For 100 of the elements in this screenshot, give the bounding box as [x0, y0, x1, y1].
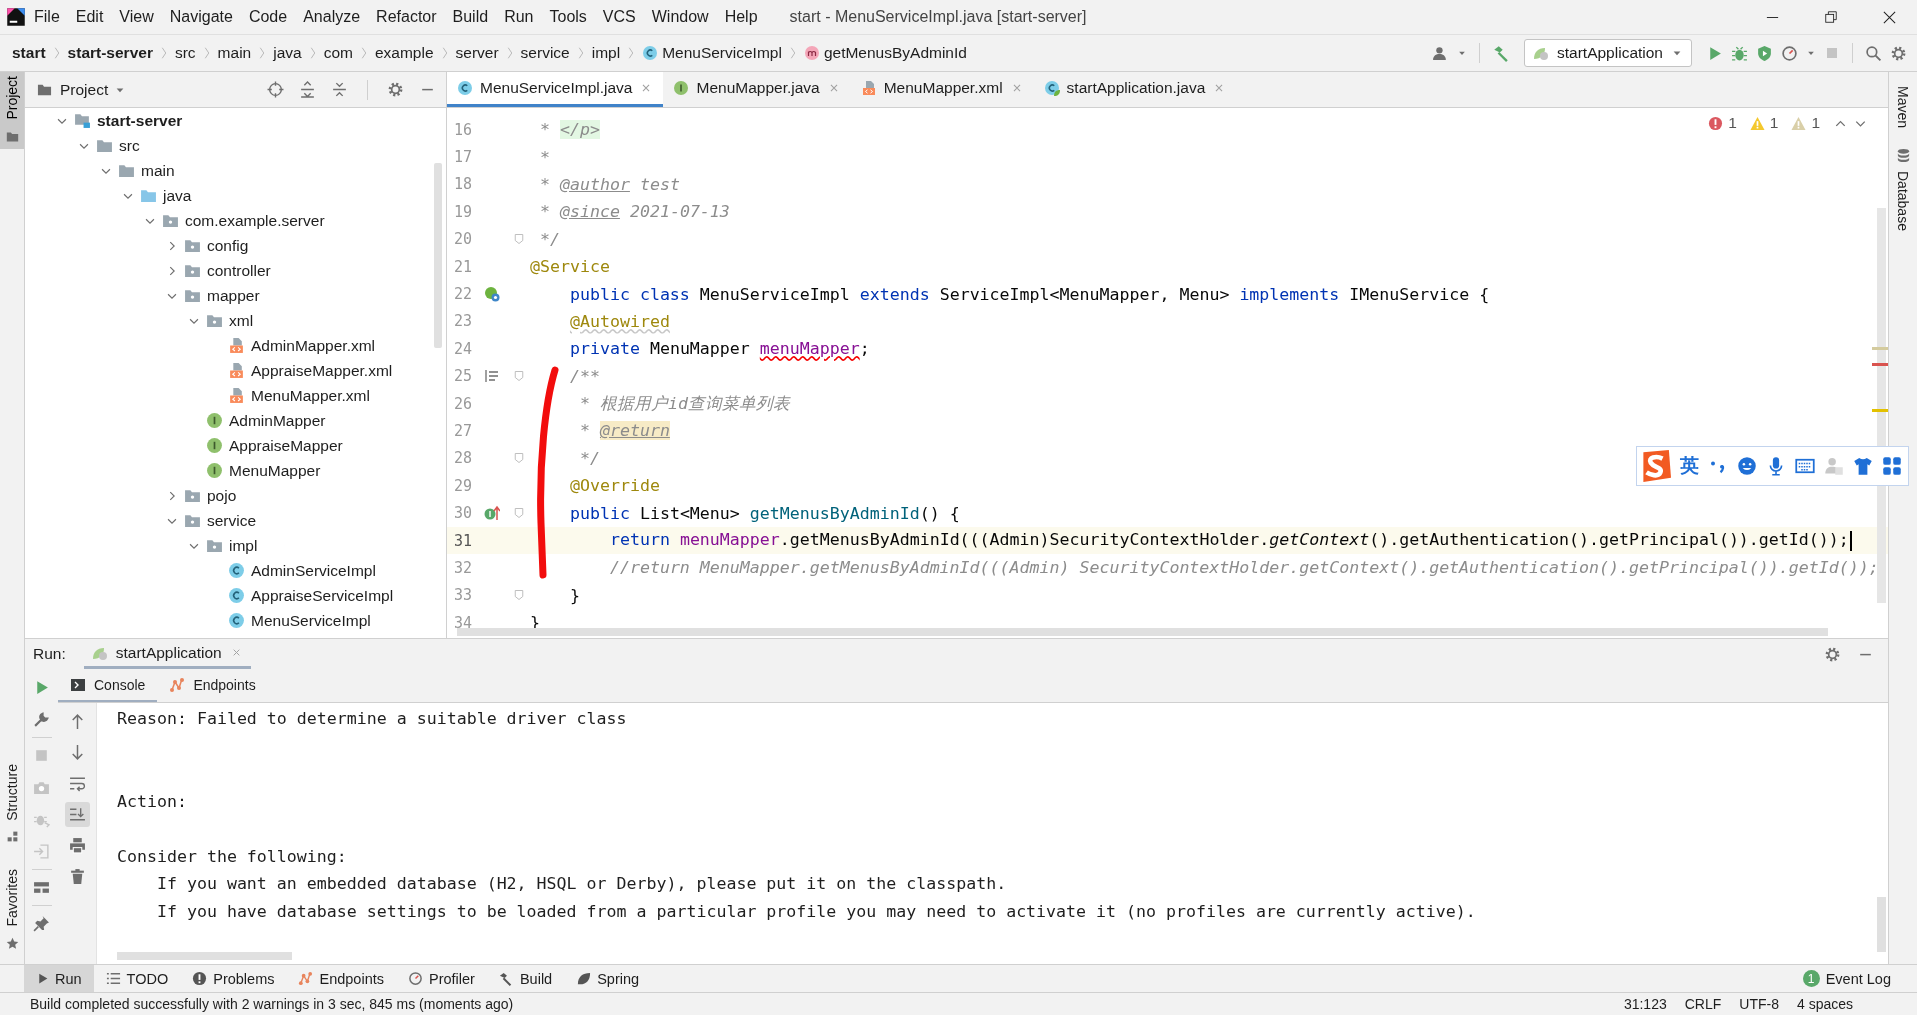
indent-setting[interactable]: 4 spaces: [1796, 996, 1853, 1012]
fold-marker-icon[interactable]: [513, 507, 525, 520]
fold-marker-icon[interactable]: [513, 233, 525, 246]
keyboard-icon[interactable]: [1795, 456, 1815, 476]
editor-tab[interactable]: MenuServiceImpl.java: [447, 72, 664, 107]
side-tab[interactable]: Structure: [4, 759, 20, 825]
run-configuration-dropdown[interactable]: startApplication: [1524, 39, 1692, 67]
close-icon[interactable]: [1882, 9, 1897, 25]
settings-icon[interactable]: [1824, 645, 1841, 663]
tree-item[interactable]: main: [141, 161, 175, 180]
tool-window-tab[interactable]: Endpoints: [286, 965, 396, 992]
bug-icon[interactable]: [1731, 44, 1748, 62]
side-tab[interactable]: Database: [1895, 167, 1911, 235]
line-separator[interactable]: CRLF: [1684, 996, 1722, 1012]
input-mode-toggle[interactable]: 英: [1680, 453, 1699, 479]
menu-item[interactable]: File: [26, 8, 68, 26]
tree-item[interactable]: pojo: [207, 486, 237, 505]
tree-item[interactable]: MenuMapper.xml: [251, 386, 370, 405]
editor-tab[interactable]: MenuMapper.java: [663, 72, 851, 107]
menu-item[interactable]: Help: [716, 8, 766, 26]
menu-item[interactable]: Refactor: [368, 8, 445, 26]
shirt-icon[interactable]: [1853, 456, 1873, 476]
side-tab[interactable]: Maven: [1895, 82, 1911, 133]
search-icon[interactable]: [1865, 44, 1882, 62]
soft-wrap-icon[interactable]: [68, 775, 86, 792]
menu-item[interactable]: Navigate: [161, 8, 241, 26]
menu-item[interactable]: VCS: [594, 8, 644, 26]
breadcrumb-item[interactable]: com: [323, 44, 353, 62]
tree-item[interactable]: AppraiseServiceImpl: [251, 586, 394, 605]
console-tab[interactable]: Endpoints: [157, 669, 268, 702]
tree-item[interactable]: MenuServiceImpl: [251, 611, 371, 630]
breadcrumb-item[interactable]: example: [374, 44, 434, 62]
scrollbar-thumb[interactable]: [434, 163, 442, 348]
hammer-icon[interactable]: [1492, 44, 1510, 62]
menu-item[interactable]: Analyze: [295, 8, 369, 26]
fold-marker-icon[interactable]: [513, 452, 525, 465]
breadcrumb-item[interactable]: service: [520, 44, 570, 62]
restore-icon[interactable]: [1824, 10, 1838, 24]
tree-item[interactable]: AdminServiceImpl: [251, 561, 376, 580]
menu-item[interactable]: Run: [496, 8, 542, 26]
target-icon[interactable]: [267, 81, 284, 98]
tree-item[interactable]: MenuMapper: [229, 461, 321, 480]
scrollbar-thumb[interactable]: [117, 952, 292, 960]
menu-item[interactable]: Code: [240, 8, 296, 26]
user-icon[interactable]: [1432, 44, 1449, 62]
shield-play-icon[interactable]: [1756, 44, 1773, 62]
scrollbar-thumb[interactable]: [1877, 897, 1886, 952]
tool-window-tab[interactable]: Problems: [180, 965, 287, 992]
tree-item[interactable]: xml: [229, 311, 254, 330]
caret-position[interactable]: 31:123: [1623, 996, 1667, 1012]
tree-item[interactable]: mapper: [207, 286, 260, 305]
settings-icon[interactable]: [387, 81, 404, 98]
grid-icon[interactable]: [1882, 456, 1902, 476]
breadcrumb-item[interactable]: start-server: [67, 44, 153, 62]
delete-icon[interactable]: [68, 868, 86, 885]
menu-item[interactable]: Edit: [67, 8, 112, 26]
tree-item[interactable]: AdminMapper: [229, 411, 326, 430]
tree-item[interactable]: AdminMapper.xml: [251, 336, 376, 355]
emoji-icon[interactable]: [1737, 456, 1757, 476]
tool-window-tab[interactable]: Profiler: [396, 965, 487, 992]
tree-item[interactable]: AppraiseMapper.xml: [251, 361, 393, 380]
file-encoding[interactable]: UTF-8: [1739, 996, 1779, 1012]
tree-item[interactable]: com.example.server: [185, 211, 325, 230]
settings-icon[interactable]: [1890, 44, 1907, 62]
breadcrumb-item[interactable]: main: [217, 44, 252, 62]
tree-item[interactable]: config: [207, 236, 249, 255]
gauge-icon[interactable]: [1781, 44, 1798, 62]
fold-marker-icon[interactable]: [513, 370, 525, 383]
editor-tab[interactable]: startApplication.java: [1033, 72, 1237, 107]
menu-item[interactable]: Tools: [541, 8, 595, 26]
tree-item[interactable]: service: [207, 511, 257, 530]
wrench-icon[interactable]: [33, 711, 50, 728]
scroll-to-end-button[interactable]: [64, 802, 90, 827]
tree-item[interactable]: src: [119, 136, 140, 155]
tree-item[interactable]: impl: [229, 536, 258, 555]
project-view-dropdown[interactable]: Project: [60, 80, 127, 99]
event-log-button[interactable]: 1 Event Log: [1802, 965, 1917, 992]
tool-window-tab[interactable]: Run: [24, 965, 94, 992]
print-icon[interactable]: [68, 837, 86, 854]
breadcrumb-item[interactable]: java: [273, 44, 302, 62]
collapse-all-icon[interactable]: [331, 81, 348, 98]
breadcrumb-item[interactable]: src: [174, 44, 196, 62]
side-tab[interactable]: Favorites: [4, 865, 20, 931]
breadcrumb-item[interactable]: start: [12, 44, 46, 62]
menu-item[interactable]: View: [111, 8, 162, 26]
pin-icon[interactable]: [33, 915, 50, 932]
breadcrumb-item[interactable]: server: [455, 44, 499, 62]
menu-item[interactable]: Build: [444, 8, 497, 26]
layout-icon[interactable]: [33, 879, 50, 896]
tree-item[interactable]: java: [163, 186, 192, 205]
breadcrumb-item[interactable]: getMenusByAdminId: [823, 44, 967, 62]
tree-item[interactable]: start-server: [97, 111, 183, 130]
fold-marker-icon[interactable]: [513, 589, 525, 602]
menu-item[interactable]: Window: [643, 8, 717, 26]
tool-window-tab[interactable]: TODO: [93, 965, 181, 992]
breadcrumb-item[interactable]: impl: [591, 44, 621, 62]
breadcrumb-item[interactable]: MenuServiceImpl: [662, 44, 782, 62]
expand-all-icon[interactable]: [299, 81, 316, 98]
tool-window-tab[interactable]: Spring: [564, 965, 652, 992]
tool-window-tab[interactable]: Build: [486, 965, 565, 992]
